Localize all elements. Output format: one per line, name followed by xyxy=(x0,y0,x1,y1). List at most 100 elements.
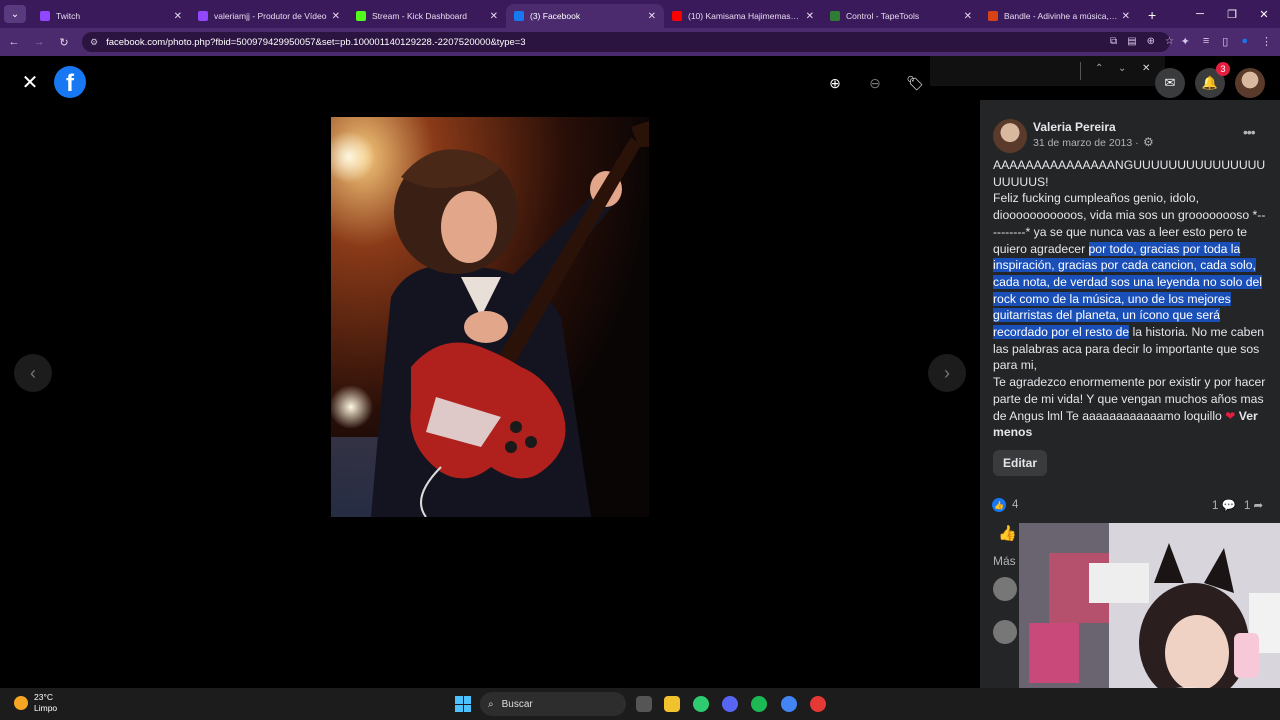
bookmark-star-icon[interactable]: ☆ xyxy=(1165,36,1174,47)
find-close-icon[interactable]: ✕ xyxy=(1142,63,1150,74)
messenger-icon[interactable]: ✉ xyxy=(1155,68,1185,98)
author-avatar[interactable] xyxy=(993,119,1027,153)
url-field[interactable]: ⚙ facebook.com/photo.php?fbid=5009794299… xyxy=(82,32,1170,52)
browser-tab[interactable]: Stream - Kick Dashboard ✕ xyxy=(348,4,506,28)
address-bar-row: ← → ↻ ⚙ facebook.com/photo.php?fbid=5009… xyxy=(0,28,1280,56)
tab-favicon-icon xyxy=(672,11,682,21)
tab-favicon-icon xyxy=(40,11,50,21)
share-icon: ➦ xyxy=(1253,500,1264,512)
tab-close-icon[interactable]: ✕ xyxy=(332,11,340,22)
browser-tab[interactable]: Twitch ✕ xyxy=(32,4,190,28)
weather-widget[interactable]: 23°C Limpo xyxy=(14,692,57,714)
tab-favicon-icon xyxy=(830,11,840,21)
edit-button[interactable]: Editar xyxy=(993,450,1047,476)
window-controls: ─ ❐ ✕ xyxy=(1184,0,1280,28)
back-icon[interactable]: ← xyxy=(3,36,25,48)
tab-title: valeriamjj - Produtor de Vídeo xyxy=(214,11,327,21)
more-label: Más xyxy=(993,554,1016,568)
taskbar-search[interactable]: ⌕ Buscar xyxy=(480,692,626,716)
account-avatar[interactable] xyxy=(1235,68,1265,98)
like-reaction-icon: 👍 xyxy=(992,498,1006,512)
browser-menu-icon[interactable]: ⋮ xyxy=(1261,35,1272,48)
engagement-counts: 1 💬 1 ➦ xyxy=(1212,498,1263,512)
browser-tab[interactable]: (3) Facebook ✕ xyxy=(506,4,664,28)
related-avatar[interactable] xyxy=(993,620,1017,644)
reactions-count: 4 xyxy=(1012,499,1019,511)
tab-strip: Twitch ✕ valeriamjj - Produtor de Vídeo ✕ St… xyxy=(32,4,1138,28)
find-previous-icon[interactable]: ⌃ xyxy=(1095,63,1103,74)
tab-close-icon[interactable]: ✕ xyxy=(490,11,498,22)
zoom-in-icon[interactable]: ⊕ xyxy=(822,70,848,96)
xbox-icon[interactable] xyxy=(693,696,709,712)
close-icon[interactable]: ✕ xyxy=(16,68,44,96)
url-text: facebook.com/photo.php?fbid=500979429950… xyxy=(106,36,526,48)
browser-tab[interactable]: Bandle - Adivinhe a música, um ✕ xyxy=(980,4,1138,28)
maximize-icon[interactable]: ❐ xyxy=(1216,8,1248,21)
facebook-logo-icon[interactable]: f xyxy=(54,66,86,98)
related-avatar[interactable] xyxy=(993,577,1017,601)
weather-temp: 23°C xyxy=(34,692,53,702)
previous-photo-icon[interactable]: ‹ xyxy=(14,354,52,392)
forward-icon[interactable]: → xyxy=(28,36,50,48)
post-text: AAAAAAAAAAAAAAANGUUUUUUUUUUUUUUUUUUUUS! F… xyxy=(993,157,1269,441)
search-icon: ⌕ xyxy=(488,698,494,710)
tab-title: Bandle - Adivinhe a música, um xyxy=(1004,11,1118,21)
comments-count-value: 1 xyxy=(1212,500,1219,512)
tab-close-icon[interactable]: ✕ xyxy=(806,11,814,22)
find-bar: ⌃ ⌄ ✕ xyxy=(930,56,1165,86)
post-photo xyxy=(331,117,649,517)
spotify-icon[interactable] xyxy=(751,696,767,712)
minimize-icon[interactable]: ─ xyxy=(1184,8,1216,20)
zoom-out-icon[interactable]: ⊖ xyxy=(862,70,888,96)
privacy-gear-icon[interactable]: ⚙ xyxy=(1143,135,1154,149)
obs-icon[interactable] xyxy=(810,696,826,712)
comments-count[interactable]: 1 💬 xyxy=(1212,498,1236,512)
tab-close-icon[interactable]: ✕ xyxy=(964,11,972,22)
browser-tab[interactable]: valeriamjj - Produtor de Vídeo ✕ xyxy=(190,4,348,28)
more-options-icon[interactable]: ••• xyxy=(1243,124,1256,140)
tab-close-icon[interactable]: ✕ xyxy=(1122,11,1130,22)
tab-favicon-icon xyxy=(198,11,208,21)
tab-favicon-icon xyxy=(514,11,524,21)
cast-icon[interactable]: ⧉ xyxy=(1110,36,1117,47)
discord-icon[interactable] xyxy=(722,696,738,712)
windows-start-icon[interactable] xyxy=(455,696,471,712)
tab-close-icon[interactable]: ✕ xyxy=(174,11,182,22)
browser-tab-bar: ⌄ Twitch ✕ valeriamjj - Produtor de Vídeo ✕… xyxy=(0,0,1280,28)
tag-icon[interactable]: 🏷 xyxy=(902,70,928,96)
file-explorer-icon[interactable] xyxy=(664,696,680,712)
tab-close-icon[interactable]: ✕ xyxy=(648,11,656,22)
url-action-icons: ⧉ ▤ ⊕ ☆ xyxy=(1110,36,1174,47)
tab-title: (3) Facebook xyxy=(530,11,581,21)
next-photo-icon[interactable]: › xyxy=(928,354,966,392)
tab-title: (10) Kamisama Hajimemashite xyxy=(688,11,802,21)
tab-title: Twitch xyxy=(56,11,81,21)
profile-icon[interactable]: ● xyxy=(1241,35,1248,48)
author-name[interactable]: Valeria Pereira xyxy=(1033,120,1116,134)
reader-icon[interactable]: ▤ xyxy=(1127,36,1136,47)
shares-count-value: 1 xyxy=(1243,500,1251,512)
chrome-icon[interactable] xyxy=(781,696,797,712)
like-button-icon[interactable]: 👍 xyxy=(998,524,1017,542)
weather-sun-icon xyxy=(14,696,28,710)
find-next-icon[interactable]: ⌄ xyxy=(1118,63,1126,74)
task-view-icon[interactable] xyxy=(636,696,652,712)
zoom-icon[interactable]: ⊕ xyxy=(1147,36,1155,47)
browser-tab[interactable]: (10) Kamisama Hajimemashite ✕ xyxy=(664,4,822,28)
extensions-icon[interactable]: ✦ xyxy=(1181,35,1190,48)
tab-favicon-icon xyxy=(356,11,366,21)
new-tab-button[interactable]: + xyxy=(1148,7,1156,23)
browser-tab[interactable]: Control - TapeTools ✕ xyxy=(822,4,980,28)
reactions-summary[interactable]: 👍 4 xyxy=(992,498,1018,512)
post-date[interactable]: 31 de marzo de 2013 · xyxy=(1033,137,1139,149)
site-info-icon[interactable]: ⚙ xyxy=(90,37,98,48)
shares-count[interactable]: 1 ➦ xyxy=(1244,498,1263,512)
media-icon[interactable]: ≡ xyxy=(1203,35,1209,48)
taskbar-search-label: Buscar xyxy=(501,698,533,710)
tab-search-button[interactable]: ⌄ xyxy=(4,5,26,23)
reload-icon[interactable]: ↻ xyxy=(53,36,75,49)
post-text-intro: AAAAAAAAAAAAAAANGUUUUUUUUUUUUUUUUUUUUS! xyxy=(993,158,1266,189)
notifications-badge: 3 xyxy=(1216,62,1230,76)
close-window-icon[interactable]: ✕ xyxy=(1248,8,1280,21)
sidebar-icon[interactable]: ▯ xyxy=(1222,35,1228,48)
